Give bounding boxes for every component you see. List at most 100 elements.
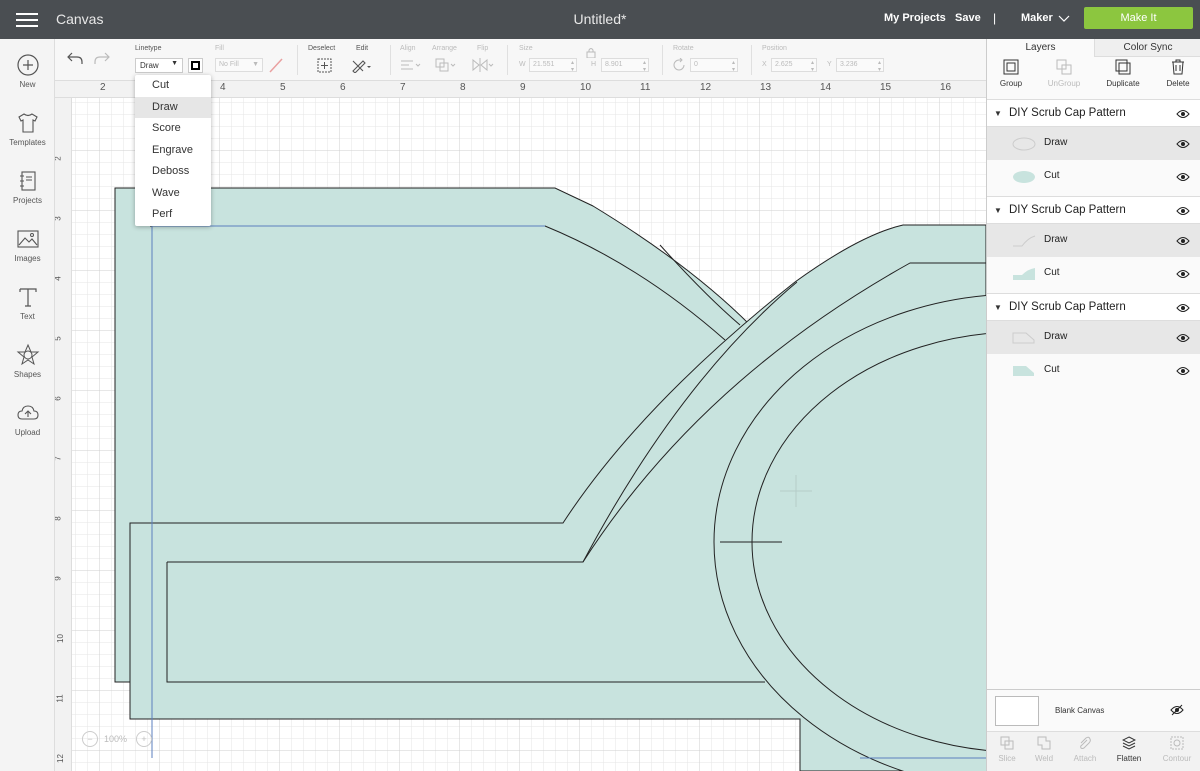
sidebar-item-upload[interactable]: Upload bbox=[0, 401, 55, 437]
eye-icon[interactable] bbox=[1176, 333, 1190, 343]
eye-icon[interactable] bbox=[1176, 303, 1190, 313]
eye-icon[interactable] bbox=[1176, 206, 1190, 216]
y-label: Y bbox=[827, 61, 832, 68]
sidebar-item-new[interactable]: New bbox=[0, 53, 55, 89]
layer-item-cut[interactable]: Cut bbox=[987, 354, 1200, 387]
ruler-tick-label: 11 bbox=[55, 694, 65, 703]
eye-icon[interactable] bbox=[1176, 236, 1190, 246]
layer-item-draw[interactable]: Draw bbox=[987, 127, 1200, 160]
eye-icon[interactable] bbox=[1176, 366, 1190, 376]
caret-down-icon[interactable]: ▼ bbox=[994, 206, 1002, 215]
chevron-down-icon[interactable] bbox=[1058, 13, 1070, 25]
stepper-icon: ▴ ▾ bbox=[810, 60, 814, 73]
layer-thumbnail-icon bbox=[1013, 235, 1036, 247]
sidebar-item-templates[interactable]: Templates bbox=[0, 111, 55, 147]
linetype-option-wave[interactable]: Wave bbox=[135, 183, 211, 205]
linetype-option-engrave[interactable]: Engrave bbox=[135, 140, 211, 162]
linetype-option-score[interactable]: Score bbox=[135, 118, 211, 140]
stepper-icon: ▴ ▾ bbox=[731, 60, 735, 73]
layer-name: Cut bbox=[1044, 267, 1060, 278]
ruler-tick-label: 12 bbox=[700, 82, 712, 93]
zoom-out-button[interactable]: − bbox=[82, 731, 98, 747]
eye-icon[interactable] bbox=[1176, 269, 1190, 279]
weld-icon bbox=[1037, 736, 1051, 750]
delete-button[interactable]: Delete bbox=[1155, 59, 1200, 88]
layer-thumbnail-icon bbox=[1013, 268, 1035, 280]
flip-label: Flip bbox=[477, 45, 489, 52]
caret-down-icon: ▼ bbox=[171, 60, 178, 67]
arrange-label: Arrange bbox=[432, 45, 457, 52]
left-sidebar: New Templates Projects Images Text Shape… bbox=[0, 39, 55, 771]
make-it-button[interactable]: Make It bbox=[1084, 7, 1193, 29]
caret-down-icon[interactable]: ▼ bbox=[994, 303, 1002, 312]
plus-circle-icon bbox=[16, 54, 39, 76]
tab-layers[interactable]: Layers bbox=[987, 39, 1094, 57]
layer-group-name: DIY Scrub Cap Pattern bbox=[1009, 204, 1126, 216]
layer-item-draw[interactable]: Draw bbox=[987, 321, 1200, 354]
linetype-color-swatch[interactable] bbox=[188, 58, 203, 73]
x-label: X bbox=[762, 61, 767, 68]
layer-group-name: DIY Scrub Cap Pattern bbox=[1009, 107, 1126, 119]
contour-button: Contour bbox=[1157, 736, 1197, 763]
eye-icon[interactable] bbox=[1176, 172, 1190, 182]
my-projects-link[interactable]: My Projects bbox=[884, 12, 946, 24]
sidebar-item-label: Projects bbox=[13, 196, 42, 205]
hamburger-menu-icon[interactable] bbox=[16, 10, 38, 28]
linetype-option-draw[interactable]: Draw bbox=[135, 96, 211, 118]
caret-down-icon[interactable]: ▼ bbox=[994, 109, 1002, 118]
linetype-option-perf[interactable]: Perf bbox=[135, 204, 211, 226]
document-title[interactable]: Untitled* bbox=[574, 11, 627, 27]
layer-group[interactable]: ▼ DIY Scrub Cap Pattern bbox=[987, 293, 1200, 321]
sidebar-item-text[interactable]: Text bbox=[0, 285, 55, 321]
ruler-tick-label: 10 bbox=[55, 634, 65, 643]
deselect-icon[interactable] bbox=[317, 58, 332, 73]
width-value: 21.551 bbox=[533, 61, 555, 68]
sidebar-item-images[interactable]: Images bbox=[0, 227, 55, 263]
x-position-input: 2.625 ▴ ▾ bbox=[771, 58, 817, 73]
sidebar-item-label: Images bbox=[14, 254, 41, 263]
toolbar-divider bbox=[662, 45, 663, 75]
save-link[interactable]: Save bbox=[955, 12, 981, 24]
shapes-icon bbox=[16, 343, 39, 366]
duplicate-button[interactable]: Duplicate bbox=[1100, 59, 1146, 88]
slice-label: Slice bbox=[998, 754, 1016, 763]
linetype-option-cut[interactable]: Cut bbox=[135, 75, 211, 97]
sidebar-item-label: New bbox=[19, 80, 36, 89]
contour-icon bbox=[1170, 736, 1184, 750]
linetype-label: Linetype bbox=[135, 45, 162, 52]
redo-icon bbox=[94, 52, 110, 64]
eye-hidden-icon[interactable] bbox=[1170, 704, 1184, 716]
flatten-icon bbox=[1122, 736, 1136, 750]
tab-color-sync[interactable]: Color Sync bbox=[1094, 39, 1200, 57]
layer-group[interactable]: ▼ DIY Scrub Cap Pattern bbox=[987, 196, 1200, 224]
layer-item-cut[interactable]: Cut bbox=[987, 257, 1200, 290]
layer-item-cut[interactable]: Cut bbox=[987, 160, 1200, 193]
edit-tools-icon[interactable] bbox=[351, 58, 373, 73]
sidebar-item-projects[interactable]: Projects bbox=[0, 169, 55, 205]
undo-icon[interactable] bbox=[67, 51, 83, 65]
sidebar-item-shapes[interactable]: Shapes bbox=[0, 343, 55, 379]
linetype-select[interactable]: Draw ▼ bbox=[135, 58, 183, 73]
blank-canvas-swatch[interactable] bbox=[995, 696, 1039, 726]
linetype-option-deboss[interactable]: Deboss bbox=[135, 161, 211, 183]
lock-icon bbox=[586, 48, 596, 58]
contour-label: Contour bbox=[1162, 754, 1192, 763]
flatten-button[interactable]: Flatten bbox=[1109, 736, 1149, 763]
layer-group[interactable]: ▼ DIY Scrub Cap Pattern bbox=[987, 99, 1200, 127]
ungroup-button: UnGroup bbox=[1041, 59, 1087, 88]
edit-label: Edit bbox=[356, 45, 369, 52]
paperclip-icon bbox=[1080, 736, 1091, 749]
fill-value: No Fill bbox=[219, 61, 239, 68]
group-button[interactable]: Group bbox=[988, 59, 1034, 88]
layer-thumbnail-icon bbox=[1012, 137, 1036, 151]
rotate-input: 0 ▴ ▾ bbox=[690, 58, 738, 73]
blank-canvas-row[interactable]: Blank Canvas bbox=[987, 689, 1200, 731]
rotate-label: Rotate bbox=[673, 45, 694, 52]
machine-selector[interactable]: Maker bbox=[1021, 12, 1053, 24]
width-input: 21.551 ▴ ▾ bbox=[529, 58, 577, 73]
layer-item-draw[interactable]: Draw bbox=[987, 224, 1200, 257]
eye-icon[interactable] bbox=[1176, 139, 1190, 149]
eye-icon[interactable] bbox=[1176, 109, 1190, 119]
zoom-in-button[interactable]: + bbox=[136, 731, 152, 747]
sidebar-item-label: Upload bbox=[14, 428, 41, 437]
